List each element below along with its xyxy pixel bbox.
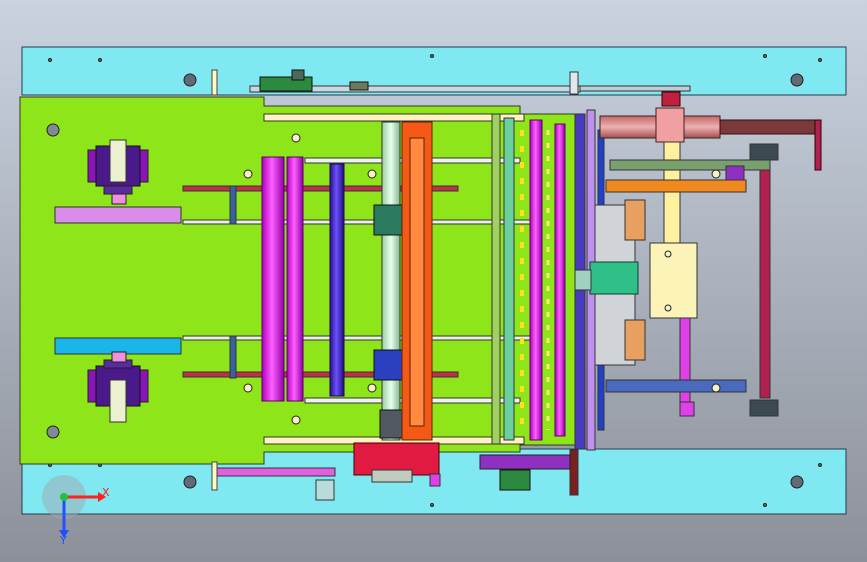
roller-magenta-2[interactable] xyxy=(286,156,304,402)
assembly-drawing: X Y xyxy=(0,0,867,562)
roller-blue[interactable] xyxy=(329,163,345,397)
axis-y-label: Y xyxy=(59,534,67,547)
roller-magenta-4[interactable] xyxy=(554,123,566,437)
roller-magenta-3[interactable] xyxy=(529,119,543,441)
orange-link-bar[interactable] xyxy=(401,121,433,441)
cad-viewport[interactable]: X Y xyxy=(0,0,867,562)
roller-magenta-1[interactable] xyxy=(261,156,285,402)
axis-x-label: X xyxy=(102,486,110,499)
